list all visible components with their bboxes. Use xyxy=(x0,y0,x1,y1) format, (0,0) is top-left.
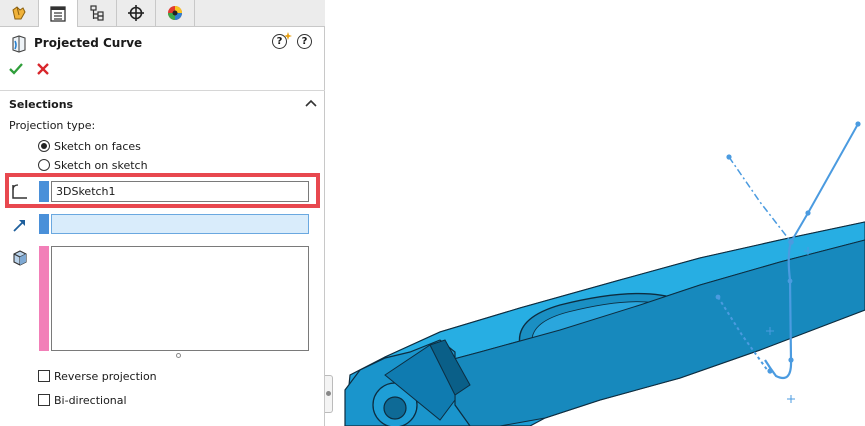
highlight-frame xyxy=(5,173,320,208)
help-question-label: ? xyxy=(276,35,283,47)
tab-display-manager[interactable] xyxy=(156,0,195,26)
property-manager-header: Projected Curve ? ? xyxy=(8,32,318,55)
clevis-hole-inner xyxy=(383,396,407,420)
faces-color-strip xyxy=(39,214,49,234)
ok-cancel-buttons xyxy=(8,60,68,80)
tab-configuration-manager[interactable] xyxy=(78,0,117,26)
solid-body-icon xyxy=(13,250,27,266)
x-icon xyxy=(37,63,49,75)
property-manager-panel: Projected Curve ? ? Selections Projectio… xyxy=(0,0,325,426)
sketch-line xyxy=(790,123,859,243)
dimxpert-manager-icon xyxy=(128,5,144,21)
selections-section-header[interactable]: Selections xyxy=(9,98,319,114)
tab-feature-manager[interactable] xyxy=(0,0,39,26)
tab-property-manager[interactable] xyxy=(39,0,78,27)
chevron-up-icon[interactable] xyxy=(305,98,317,108)
radio-label: Sketch on faces xyxy=(54,139,141,153)
property-manager-icon xyxy=(50,5,66,22)
radio-button[interactable] xyxy=(38,159,50,171)
feature-manager-icon xyxy=(12,6,26,20)
ok-button[interactable] xyxy=(8,61,24,77)
bodies-selection-list[interactable] xyxy=(51,246,309,351)
projected-curve-icon xyxy=(12,35,26,53)
part-model xyxy=(344,121,865,426)
radio-label: Sketch on sketch xyxy=(54,158,148,172)
sketch-construction-line xyxy=(728,156,792,243)
projection-type-label: Projection type: xyxy=(9,119,96,132)
section-title: Selections xyxy=(9,98,74,111)
checkmark-icon xyxy=(9,63,23,75)
checkbox[interactable] xyxy=(38,394,50,406)
bodies-color-strip xyxy=(39,246,49,351)
splitter-grip xyxy=(326,391,331,396)
checkbox-label: Reverse projection xyxy=(54,369,157,383)
radio-sketch-on-faces[interactable]: Sketch on faces xyxy=(38,138,141,154)
page-title: Projected Curve xyxy=(34,36,143,50)
checkbox-label: Bi-directional xyxy=(54,393,127,407)
tab-dimxpert-manager[interactable] xyxy=(117,0,156,26)
sparkle-icon xyxy=(284,32,292,40)
divider xyxy=(0,90,325,91)
radio-button[interactable] xyxy=(38,140,50,152)
faces-selection-box[interactable] xyxy=(51,214,309,234)
bi-directional-option[interactable]: Bi-directional xyxy=(38,392,127,408)
configuration-manager-icon xyxy=(90,5,104,21)
cancel-button[interactable] xyxy=(35,61,51,77)
help-question-label: ? xyxy=(301,35,308,47)
display-manager-icon xyxy=(168,6,182,20)
reverse-projection-option[interactable]: Reverse projection xyxy=(38,368,157,384)
help-button[interactable]: ? xyxy=(297,34,312,49)
graphics-area[interactable] xyxy=(333,0,865,426)
checkbox[interactable] xyxy=(38,370,50,382)
list-resize-handle[interactable] xyxy=(176,353,181,358)
manager-tab-bar xyxy=(0,0,325,27)
radio-sketch-on-sketch[interactable]: Sketch on sketch xyxy=(38,157,148,173)
arrow-direction-icon xyxy=(13,220,25,232)
